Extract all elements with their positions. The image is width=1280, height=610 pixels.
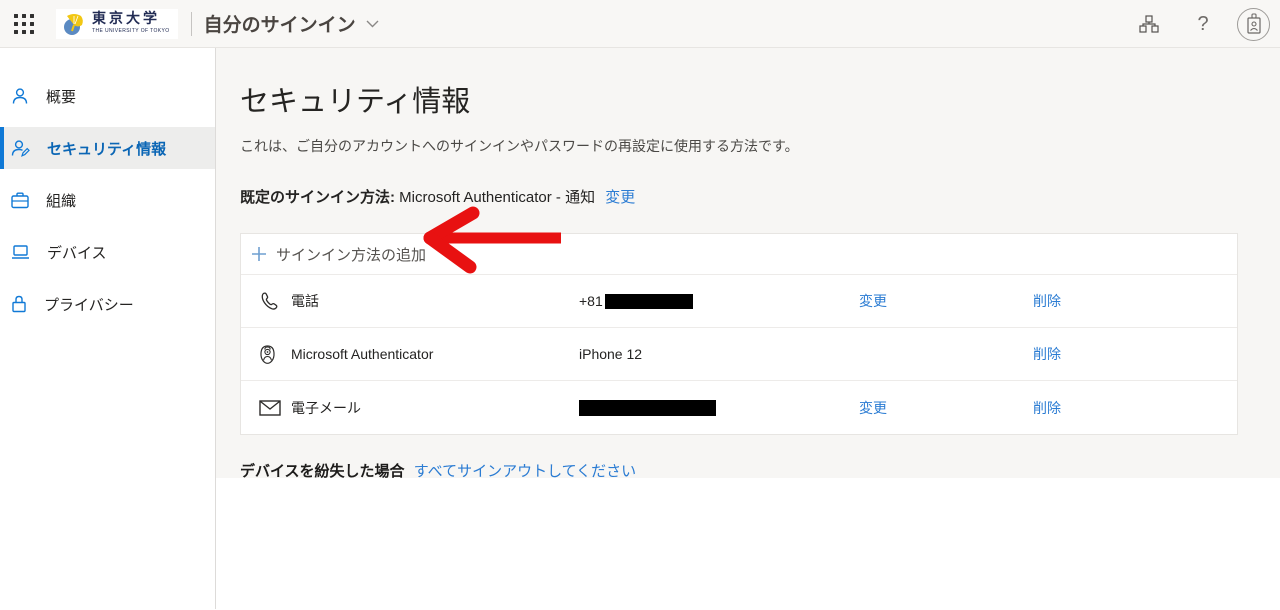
sidebar-item-label: セキュリティ情報	[47, 138, 166, 159]
page-title: セキュリティ情報	[240, 78, 1280, 120]
redacted-phone-number	[605, 294, 693, 309]
topbar-actions: ?	[1129, 0, 1280, 48]
phone-change-link[interactable]: 変更	[859, 293, 887, 309]
logo-en-text: THE UNIVERSITY OF TOKYO	[92, 29, 170, 34]
help-icon: ?	[1197, 13, 1208, 36]
add-signin-method-button[interactable]: サインイン方法の追加	[241, 234, 1237, 275]
app-title: 自分のサインイン	[204, 10, 356, 37]
sidebar-item-overview[interactable]: 概要	[0, 75, 215, 117]
waffle-icon	[14, 14, 34, 34]
sidebar-item-organizations[interactable]: 組織	[0, 179, 215, 221]
email-delete-link[interactable]: 削除	[1033, 400, 1061, 416]
method-name: Microsoft Authenticator	[291, 346, 579, 362]
top-bar: 東京大学 THE UNIVERSITY OF TOKYO 自分のサインイン ?	[0, 0, 1280, 48]
method-name: 電話	[291, 291, 579, 311]
sidebar-item-label: 組織	[46, 190, 76, 211]
org-chart-icon	[1139, 15, 1159, 33]
sidebar-item-label: 概要	[46, 86, 76, 107]
method-value	[579, 400, 859, 416]
lost-device-line: デバイスを紛失した場合 すべてサインアウトしてください	[240, 460, 1280, 481]
method-row-email: 電子メール 変更 削除	[241, 381, 1237, 434]
method-icon-cell	[241, 400, 291, 416]
phone-icon	[259, 291, 279, 311]
id-badge-icon	[1244, 13, 1264, 35]
briefcase-icon	[11, 192, 29, 209]
method-value: +81	[579, 293, 859, 309]
page-subtitle: これは、ご自分のアカウントへのサインインやパスワードの再設定に使用する方法です。	[240, 136, 1280, 156]
default-signin-line: 既定のサインイン方法: Microsoft Authenticator - 通知…	[240, 186, 1280, 207]
method-row-phone: 電話 +81 変更 削除	[241, 275, 1237, 328]
mail-icon	[259, 400, 281, 416]
main-content: セキュリティ情報 これは、ご自分のアカウントへのサインインやパスワードの再設定に…	[216, 48, 1280, 609]
lock-icon	[11, 295, 27, 313]
laptop-icon	[11, 244, 30, 260]
sidebar-item-privacy[interactable]: プライバシー	[0, 283, 215, 325]
account-avatar-button[interactable]	[1237, 8, 1270, 41]
default-signin-label: 既定のサインイン方法:	[240, 189, 395, 206]
help-button[interactable]: ?	[1183, 4, 1223, 44]
method-icon-cell	[241, 291, 291, 311]
add-signin-method-label: サインイン方法の追加	[276, 244, 426, 265]
sidebar: 概要 セキュリティ情報 組織 デバイス	[0, 48, 216, 609]
app-title-dropdown[interactable]: 自分のサインイン	[204, 10, 379, 37]
lost-device-label: デバイスを紛失した場合	[240, 463, 405, 480]
method-row-authenticator: Microsoft Authenticator iPhone 12 削除	[241, 328, 1237, 381]
logo-jp-text: 東京大学	[92, 13, 170, 27]
sidebar-item-label: デバイス	[47, 242, 107, 263]
phone-value-prefix: +81	[579, 293, 603, 309]
email-change-link[interactable]: 変更	[859, 400, 887, 416]
person-edit-icon	[11, 139, 30, 157]
redacted-email	[579, 400, 716, 416]
method-icon-cell	[241, 344, 291, 365]
organizations-button[interactable]	[1129, 4, 1169, 44]
person-icon	[11, 87, 29, 105]
university-logo[interactable]: 東京大学 THE UNIVERSITY OF TOKYO	[56, 9, 178, 39]
sidebar-item-label: プライバシー	[44, 294, 134, 315]
default-signin-value: Microsoft Authenticator - 通知	[399, 189, 595, 206]
sidebar-item-devices[interactable]: デバイス	[0, 231, 215, 273]
ginkgo-leaf-icon	[61, 11, 87, 37]
authenticator-icon	[259, 344, 276, 365]
logo-text: 東京大学 THE UNIVERSITY OF TOKYO	[92, 13, 170, 34]
signin-methods-table: サインイン方法の追加 電話 +81 変更 削除	[240, 233, 1238, 435]
app-launcher-button[interactable]	[0, 0, 48, 48]
topbar-divider	[191, 12, 192, 36]
sign-out-everywhere-link[interactable]: すべてサインアウトしてください	[414, 463, 636, 480]
sidebar-item-security-info[interactable]: セキュリティ情報	[0, 127, 215, 169]
authenticator-delete-link[interactable]: 削除	[1033, 346, 1061, 362]
chevron-down-icon	[366, 20, 379, 28]
method-name: 電子メール	[291, 398, 579, 418]
plus-icon	[251, 246, 267, 262]
default-signin-change-link[interactable]: 変更	[605, 189, 635, 206]
phone-delete-link[interactable]: 削除	[1033, 293, 1061, 309]
method-value: iPhone 12	[579, 346, 859, 362]
